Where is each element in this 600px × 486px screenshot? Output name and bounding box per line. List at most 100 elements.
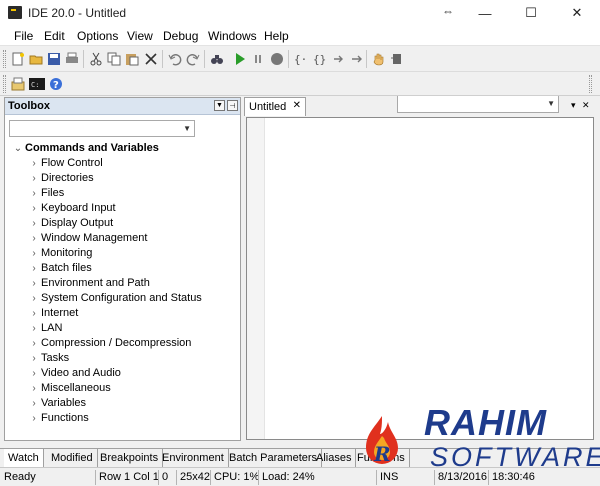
chevron-right-icon[interactable]: › [27, 366, 41, 381]
tree-item[interactable]: › Video and Audio [11, 366, 236, 381]
chevron-right-icon[interactable]: › [27, 276, 41, 291]
block-icon[interactable]: {·} [292, 51, 308, 67]
tree-item[interactable]: › Keyboard Input [11, 201, 236, 216]
chevron-right-icon[interactable]: › [27, 396, 41, 411]
toolbox-filter-combo[interactable]: ▼ [9, 120, 195, 137]
help-icon[interactable]: ? [48, 76, 64, 92]
copy-icon[interactable] [106, 51, 122, 67]
toolbar-grip[interactable] [3, 50, 6, 68]
tree-item[interactable]: › Environment and Path [11, 276, 236, 291]
delete-icon[interactable] [143, 51, 159, 67]
line-gutter [247, 118, 265, 439]
tab-untitled[interactable]: Untitled ✕ [244, 97, 306, 116]
tree-item-label: Flow Control [41, 157, 103, 169]
tree-item-label: Keyboard Input [41, 202, 116, 214]
tree-item[interactable]: › Miscellaneous [11, 381, 236, 396]
find-icon[interactable] [209, 51, 225, 67]
chevron-right-icon[interactable]: › [27, 411, 41, 426]
pin-icon[interactable]: ⊣ [227, 100, 238, 111]
chevron-right-icon[interactable]: › [27, 231, 41, 246]
menu-options[interactable]: Options [77, 29, 118, 43]
tree-item[interactable]: › Flow Control [11, 156, 236, 171]
tab-aliases[interactable]: Aliases [312, 449, 357, 467]
chevron-right-icon[interactable]: › [27, 201, 41, 216]
tab-batch-parameters[interactable]: Batch Parameters [225, 449, 323, 467]
toolbar-grip[interactable] [3, 75, 6, 93]
svg-text:C:: C: [31, 81, 39, 89]
menu-edit[interactable]: Edit [44, 29, 65, 43]
rahim-softwares-watermark: R RAHIM SOFTWARES [352, 384, 600, 486]
chevron-down-icon[interactable]: ▼ [183, 124, 191, 133]
close-editor-icon[interactable]: ✕ [582, 100, 590, 110]
menu-file[interactable]: File [14, 29, 33, 43]
close-window-button[interactable]: ✕ [554, 0, 600, 26]
close-tab-icon[interactable]: ✕ [293, 100, 301, 111]
step-icon[interactable] [349, 51, 365, 67]
panel-menu-icon[interactable]: ▼ [214, 100, 225, 111]
paste-icon[interactable] [124, 51, 140, 67]
menu-windows[interactable]: Windows [208, 29, 257, 43]
chevron-right-icon[interactable]: › [27, 186, 41, 201]
chevron-right-icon[interactable]: › [27, 336, 41, 351]
run-icon[interactable] [232, 51, 248, 67]
chevron-right-icon[interactable]: › [27, 291, 41, 306]
redo-icon[interactable] [185, 51, 201, 67]
svg-text:?: ? [53, 80, 59, 91]
indent-icon[interactable] [331, 51, 347, 67]
menu-debug[interactable]: Debug [163, 29, 198, 43]
chevron-right-icon[interactable]: › [27, 381, 41, 396]
tree-item-label: System Configuration and Status [41, 292, 202, 304]
watermark-sub: SOFTWARES [430, 442, 600, 472]
tree-item[interactable]: › Internet [11, 306, 236, 321]
minimize-button[interactable]: — [462, 0, 508, 26]
chevron-right-icon[interactable]: › [27, 306, 41, 321]
tree-item[interactable]: › Directories [11, 171, 236, 186]
tree-item[interactable]: › Batch files [11, 261, 236, 276]
chevron-right-icon[interactable]: › [27, 261, 41, 276]
tree-item[interactable]: › Compression / Decompression [11, 336, 236, 351]
console-icon[interactable]: C: [29, 76, 45, 92]
tree-item[interactable]: › LAN [11, 321, 236, 336]
tab-watch[interactable]: Watch [4, 449, 44, 467]
maximize-button[interactable]: ☐ [508, 0, 554, 26]
breakpoint-icon[interactable] [389, 51, 405, 67]
open-folder-icon[interactable] [28, 51, 44, 67]
undo-icon[interactable] [167, 51, 183, 67]
tab-environment[interactable]: Environment [158, 449, 229, 467]
cut-icon[interactable] [88, 51, 104, 67]
print-icon[interactable] [64, 51, 80, 67]
status-position: Row 1 Col 1 [95, 470, 162, 485]
command-tree: ⌄ Commands and Variables › Flow Control › Di… [11, 141, 236, 426]
menu-view[interactable]: View [127, 29, 153, 43]
stop-icon[interactable] [269, 51, 285, 67]
editor-controls: ▾ ✕ [571, 100, 590, 111]
save-icon[interactable] [46, 51, 62, 67]
brace-icon[interactable]: {} [312, 51, 328, 67]
chevron-right-icon[interactable]: › [27, 156, 41, 171]
tree-item[interactable]: › Monitoring [11, 246, 236, 261]
settings-icon[interactable] [10, 76, 26, 92]
chevron-right-icon[interactable]: › [27, 321, 41, 336]
tree-item[interactable]: › Functions [11, 411, 236, 426]
tree-item[interactable]: › Tasks [11, 351, 236, 366]
tab-list-icon[interactable]: ▾ [571, 100, 576, 110]
tree-root-item[interactable]: ⌄ Commands and Variables [11, 141, 236, 156]
tree-item[interactable]: › Window Management [11, 231, 236, 246]
menu-help[interactable]: Help [264, 29, 289, 43]
hand-icon[interactable] [371, 51, 387, 67]
editor-tab-strip: Untitled ✕ [244, 97, 600, 116]
tree-item[interactable]: › Files [11, 186, 236, 201]
tree-item[interactable]: › Variables [11, 396, 236, 411]
chevron-right-icon[interactable]: › [27, 171, 41, 186]
tree-item[interactable]: › System Configuration and Status [11, 291, 236, 306]
tab-modified[interactable]: Modified [47, 449, 98, 467]
tab-breakpoints[interactable]: Breakpoints [96, 449, 164, 467]
pause-icon[interactable] [250, 51, 266, 67]
new-file-icon[interactable] [10, 51, 26, 67]
chevron-right-icon[interactable]: › [27, 246, 41, 261]
chevron-right-icon[interactable]: › [27, 216, 41, 231]
tree-item[interactable]: › Display Output [11, 216, 236, 231]
toolbar-overflow-grip[interactable] [589, 75, 592, 93]
chevron-right-icon[interactable]: › [27, 351, 41, 366]
chevron-down-icon[interactable]: ⌄ [11, 141, 25, 156]
